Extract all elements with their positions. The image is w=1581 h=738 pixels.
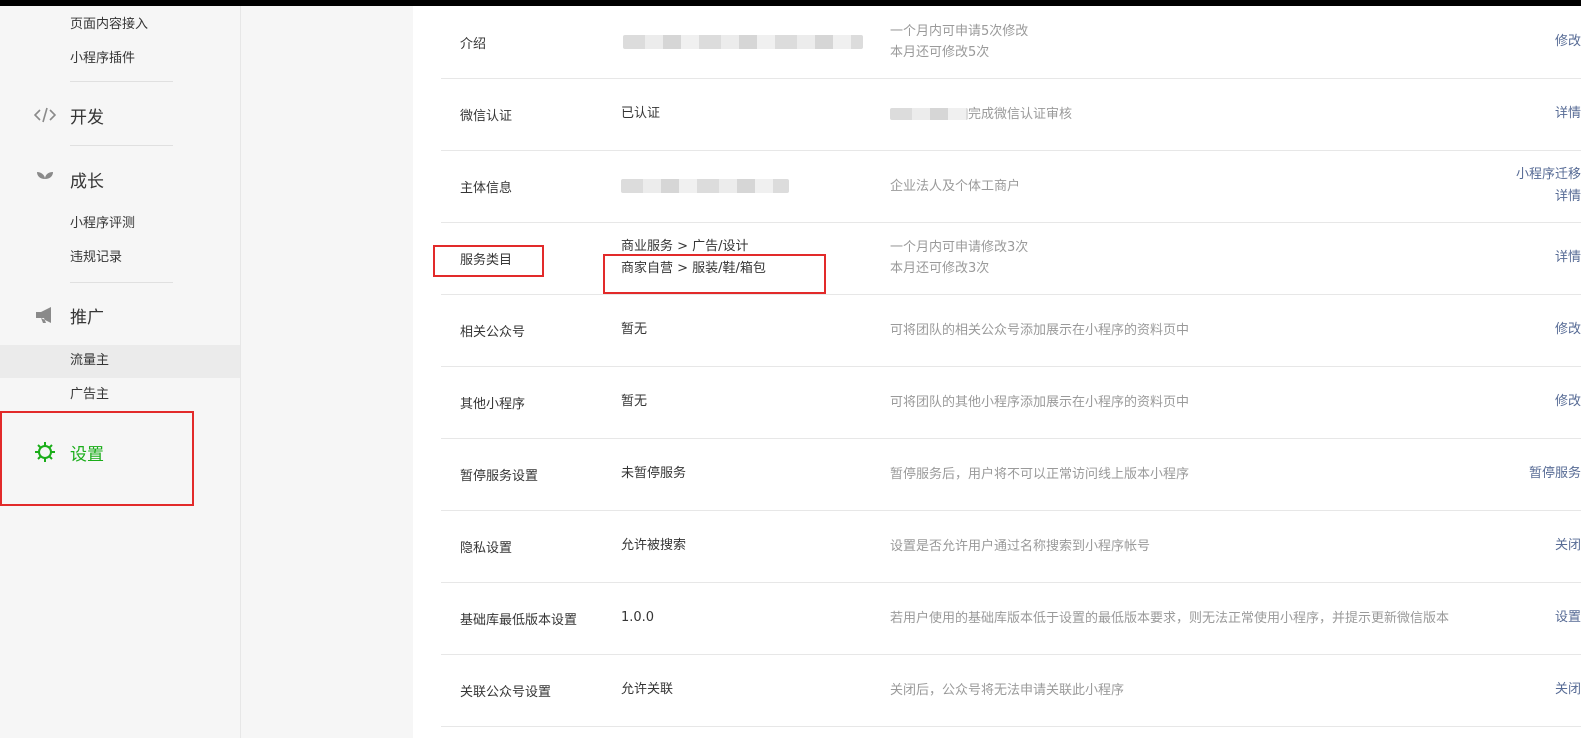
row-description: 设置是否允许用户通过名称搜索到小程序帐号: [890, 538, 1151, 554]
row-label: 主体信息: [460, 180, 513, 196]
description-line: 一个月内可申请5次修改: [890, 24, 1029, 39]
row-value: 商业服务 > 广告/设计 商家自营 > 服装/鞋/箱包: [621, 222, 766, 294]
sidebar-section-label: 开发: [70, 107, 104, 128]
settings-row-min-lib-version: 基础库最低版本设置 1.0.0 若用户使用的基础库版本低于设置的最低版本要求，则…: [441, 582, 1581, 655]
sidebar-section-growth[interactable]: 成长: [34, 167, 104, 192]
category-item: 商业服务 > 广告/设计: [621, 239, 749, 254]
close-link[interactable]: 关闭: [1555, 535, 1581, 557]
row-description: 可将团队的其他小程序添加展示在小程序的资料页中: [890, 394, 1190, 410]
row-label: 微信认证: [460, 108, 513, 124]
row-value: 允许被搜索: [621, 538, 687, 553]
row-value: 已认证: [621, 106, 661, 121]
sidebar-section-label: 设置: [70, 444, 104, 465]
row-value: 1.0.0: [621, 610, 655, 625]
row-value-redacted: [621, 150, 789, 222]
settings-row-related-accounts: 相关公众号 暂无 可将团队的相关公众号添加展示在小程序的资料页中 修改: [441, 294, 1581, 367]
row-description: 可将团队的相关公众号添加展示在小程序的资料页中: [890, 322, 1190, 338]
sidebar-divider: [70, 81, 173, 82]
edit-link[interactable]: 修改: [1555, 391, 1581, 413]
row-label: 暂停服务设置: [460, 468, 539, 484]
settings-row-other-miniprograms: 其他小程序 暂无 可将团队的其他小程序添加展示在小程序的资料页中 修改: [441, 366, 1581, 439]
sidebar-section-promo[interactable]: 推广: [34, 303, 104, 328]
row-label: 隐私设置: [460, 540, 513, 556]
description-line: 本月还可修改3次: [890, 261, 990, 276]
details-link[interactable]: 详情: [1555, 247, 1581, 269]
sidebar-item-violations[interactable]: 违规记录: [70, 249, 122, 267]
row-description: 企业法人及个体工商户: [890, 178, 1021, 194]
row-actions: 修改: [1555, 294, 1581, 366]
close-link[interactable]: 关闭: [1555, 679, 1581, 701]
row-actions: 小程序迁移 详情: [1516, 150, 1581, 222]
sidebar-item-evaluation[interactable]: 小程序评测: [70, 215, 135, 233]
description-line: 完成微信认证审核: [968, 106, 1073, 122]
row-label: 基础库最低版本设置: [460, 612, 578, 628]
sidebar-divider: [70, 282, 173, 283]
settings-row-pause-service: 暂停服务设置 未暂停服务 暂停服务后，用户将不可以正常访问线上版本小程序 暂停服…: [441, 438, 1581, 511]
row-value: 暂无: [621, 394, 648, 409]
row-description: 若用户使用的基础库版本低于设置的最低版本要求，则无法正常使用小程序，并提示更新微…: [890, 610, 1450, 626]
gear-icon: [34, 441, 56, 463]
code-icon: [34, 104, 56, 126]
sidebar-item-page-content[interactable]: 页面内容接入: [70, 16, 148, 34]
description-line: 一个月内可申请修改3次: [890, 240, 1029, 255]
pause-service-link[interactable]: 暂停服务: [1529, 463, 1581, 485]
sidebar-divider: [70, 145, 173, 146]
settings-row-intro: 介绍 一个月内可申请5次修改 本月还可修改5次 修改: [441, 6, 1581, 79]
settings-row-link-official-account: 关联公众号设置 允许关联 关闭后，公众号将无法申请关联此小程序 关闭: [441, 654, 1581, 727]
settings-row-privacy: 隐私设置 允许被搜索 设置是否允许用户通过名称搜索到小程序帐号 关闭: [441, 510, 1581, 583]
row-label: 服务类目: [460, 252, 513, 268]
sprout-icon: [34, 168, 56, 190]
row-label: 其他小程序: [460, 396, 526, 412]
row-label: 相关公众号: [460, 324, 526, 340]
megaphone-icon: [34, 304, 56, 326]
row-description: 完成微信认证审核: [890, 78, 1072, 150]
row-actions: 详情: [1555, 78, 1581, 150]
row-value-redacted: [623, 6, 863, 78]
sidebar-section-label: 成长: [70, 171, 104, 192]
description-line-wrap: 完成微信认证审核: [890, 104, 1072, 125]
sidebar-item-advertiser[interactable]: 广告主: [70, 386, 109, 404]
row-description: 关闭后，公众号将无法申请关联此小程序: [890, 682, 1125, 698]
sidebar-section-label: 推广: [70, 307, 104, 328]
sidebar-item-plugins[interactable]: 小程序插件: [70, 50, 135, 68]
row-actions: 修改: [1555, 366, 1581, 438]
row-description: 一个月内可申请修改3次 本月还可修改3次: [890, 222, 1028, 294]
edit-link[interactable]: 修改: [1555, 31, 1581, 53]
row-description: 一个月内可申请5次修改 本月还可修改5次: [890, 6, 1028, 78]
row-label: 关联公众号设置: [460, 684, 552, 700]
row-value: 允许关联: [621, 682, 674, 697]
settings-row-wechat-verification: 微信认证 已认证 完成微信认证审核 详情: [441, 78, 1581, 151]
migrate-link[interactable]: 小程序迁移: [1516, 164, 1581, 186]
description-line: 本月还可修改5次: [890, 45, 990, 60]
row-actions: 详情: [1555, 222, 1581, 294]
row-value: 暂无: [621, 322, 648, 337]
row-label: 介绍: [460, 36, 487, 52]
set-link[interactable]: 设置: [1555, 607, 1581, 629]
details-link[interactable]: 详情: [1555, 186, 1581, 208]
row-description: 暂停服务后，用户将不可以正常访问线上版本小程序: [890, 466, 1190, 482]
redacted-text: [621, 179, 789, 193]
row-actions: 修改: [1555, 6, 1581, 78]
row-actions: 关闭: [1555, 654, 1581, 726]
details-link[interactable]: 详情: [1555, 103, 1581, 125]
sidebar-item-traffic-owner[interactable]: 流量主: [70, 352, 109, 370]
row-actions: 暂停服务: [1529, 438, 1581, 510]
sidebar-gutter: [241, 6, 413, 738]
redacted-text: [623, 35, 863, 49]
row-value: 未暂停服务: [621, 466, 687, 481]
sidebar-active-highlight: [0, 345, 240, 378]
row-actions: 关闭: [1555, 510, 1581, 582]
main-content: 介绍 一个月内可申请5次修改 本月还可修改5次 修改 微信认证 已认证 完成微信…: [413, 6, 1581, 738]
row-actions: 设置: [1555, 582, 1581, 654]
category-item: 商家自营 > 服装/鞋/箱包: [621, 261, 766, 276]
redacted-text: [890, 108, 968, 120]
sidebar-section-dev[interactable]: 开发: [34, 103, 104, 128]
settings-row-entity-info: 主体信息 企业法人及个体工商户 小程序迁移 详情: [441, 150, 1581, 223]
sidebar-section-settings[interactable]: 设置: [34, 440, 104, 465]
settings-row-service-category: 服务类目 商业服务 > 广告/设计 商家自营 > 服装/鞋/箱包 一个月内可申请…: [441, 222, 1581, 295]
edit-link[interactable]: 修改: [1555, 319, 1581, 341]
